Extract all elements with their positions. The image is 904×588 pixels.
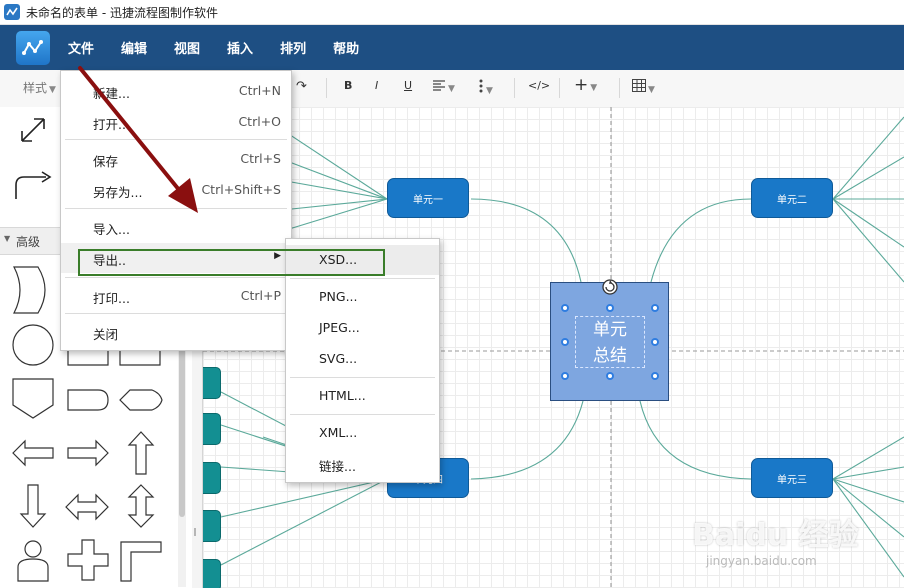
resize-handle[interactable]	[651, 372, 659, 380]
up-down-arrow-shape[interactable]	[127, 484, 155, 528]
node-unit-3[interactable]: 单元三	[751, 458, 833, 498]
corner-shape[interactable]	[120, 541, 162, 582]
window-title: 未命名的表单 - 迅捷流程图制作软件	[26, 5, 218, 20]
menu-item-import[interactable]: 导入...	[61, 212, 291, 242]
plus-icon: +	[574, 75, 589, 95]
menu-arrange[interactable]: 排列	[280, 38, 306, 57]
teal-node[interactable]	[203, 510, 221, 542]
teal-node[interactable]	[203, 367, 221, 399]
style-dropdown[interactable]: 样式 ▼	[23, 79, 56, 96]
section-label: 高级	[16, 235, 41, 249]
watermark-logo: Baidu 经验	[692, 518, 859, 553]
display-shape[interactable]	[119, 389, 163, 411]
splitter-grip-icon: ‖	[193, 527, 197, 536]
menu-item-print[interactable]: 打印... Ctrl+P	[61, 281, 291, 311]
menu-separator	[65, 277, 287, 278]
delay-shape[interactable]	[67, 389, 109, 411]
or-gate-shape[interactable]	[13, 266, 46, 314]
align-icon	[433, 80, 445, 91]
watermark-url: jingyan.baidu.com	[706, 554, 817, 568]
export-svg[interactable]: SVG...	[286, 344, 439, 374]
toolbar-divider	[559, 78, 560, 98]
menu-file[interactable]: 文件	[68, 38, 94, 57]
cross-shape[interactable]	[67, 539, 109, 581]
spacing-dropdown[interactable]: ▼	[478, 79, 493, 97]
align-dropdown[interactable]: ▼	[432, 79, 455, 95]
html-button[interactable]: </>	[528, 79, 550, 92]
center-summary-node[interactable]: 单元 总结	[550, 282, 669, 401]
collapse-triangle-icon: ▼	[4, 234, 11, 243]
table-dropdown[interactable]: ▼	[632, 79, 655, 96]
rotate-handle-icon[interactable]	[601, 278, 619, 296]
export-link[interactable]: 链接...	[286, 449, 439, 479]
resize-handle[interactable]	[651, 338, 659, 346]
node-unit-2[interactable]: 单元二	[751, 178, 833, 218]
teal-node[interactable]	[203, 413, 221, 445]
bold-button[interactable]: B	[344, 79, 352, 92]
menu-help[interactable]: 帮助	[333, 38, 359, 57]
circle-shape[interactable]	[12, 324, 54, 366]
insert-dropdown[interactable]: + ▼	[574, 75, 597, 95]
italic-button[interactable]: I	[375, 79, 378, 92]
resize-handle[interactable]	[651, 304, 659, 312]
logo-icon[interactable]	[16, 30, 50, 65]
file-menu: 新建... Ctrl+N 打开... Ctrl+O 保存 Ctrl+S 另存为... C…	[60, 70, 292, 351]
toolbar-divider	[619, 78, 620, 98]
table-icon	[632, 79, 646, 92]
menu-edit[interactable]: 编辑	[121, 38, 147, 57]
resize-handle[interactable]	[561, 304, 569, 312]
node-unit-1[interactable]: 单元一	[387, 178, 469, 218]
export-xml[interactable]: XML...	[286, 418, 439, 448]
actor-shape[interactable]	[17, 540, 49, 582]
menu-separator	[65, 313, 287, 314]
resize-handle[interactable]	[561, 338, 569, 346]
app-icon	[4, 4, 20, 20]
menu-item-close[interactable]: 关闭	[61, 317, 291, 347]
menu-separator	[290, 414, 435, 415]
diagonal-arrow-icon[interactable]	[21, 118, 45, 142]
export-jpeg[interactable]: JPEG...	[286, 313, 439, 343]
left-arrow-shape[interactable]	[12, 439, 54, 467]
menu-separator	[65, 139, 287, 140]
menu-separator	[65, 208, 287, 209]
menu-separator	[290, 377, 435, 378]
toolbar-divider	[326, 78, 327, 98]
menu-item-save[interactable]: 保存 Ctrl+S	[61, 144, 291, 174]
left-right-arrow-shape[interactable]	[65, 493, 109, 521]
menu-insert[interactable]: 插入	[227, 38, 253, 57]
toolbar-divider	[514, 78, 515, 98]
window-title-bar: 未命名的表单 - 迅捷流程图制作软件	[0, 0, 904, 25]
offpage-connector-shape[interactable]	[12, 378, 54, 419]
right-arrow-shape[interactable]	[67, 439, 109, 467]
menu-item-save-as[interactable]: 另存为... Ctrl+Shift+S	[61, 175, 291, 205]
redo-icon[interactable]: ↷	[296, 79, 307, 94]
menu-view[interactable]: 视图	[174, 38, 200, 57]
menu-item-open[interactable]: 打开... Ctrl+O	[61, 107, 291, 137]
resize-handle[interactable]	[606, 304, 614, 312]
down-arrow-shape[interactable]	[19, 484, 47, 528]
teal-node[interactable]	[203, 462, 221, 494]
vertical-dots-icon	[479, 79, 483, 93]
resize-handle[interactable]	[606, 372, 614, 380]
menu-bar: 文件 编辑 视图 插入 排列 帮助	[0, 25, 904, 70]
export-html[interactable]: HTML...	[286, 381, 439, 411]
annotation-highlight-box	[78, 249, 385, 276]
center-node-text[interactable]: 单元 总结	[575, 316, 645, 368]
menu-separator	[290, 278, 435, 279]
up-arrow-shape[interactable]	[127, 431, 155, 475]
center-text-line-1: 单元	[593, 320, 627, 340]
resize-handle[interactable]	[561, 372, 569, 380]
underline-button[interactable]: U	[404, 79, 412, 92]
center-text-line-2: 总结	[593, 346, 627, 366]
export-png[interactable]: PNG...	[286, 282, 439, 312]
curved-connector-icon[interactable]	[15, 171, 52, 199]
menu-item-new[interactable]: 新建... Ctrl+N	[61, 76, 291, 106]
teal-node[interactable]	[203, 559, 221, 588]
